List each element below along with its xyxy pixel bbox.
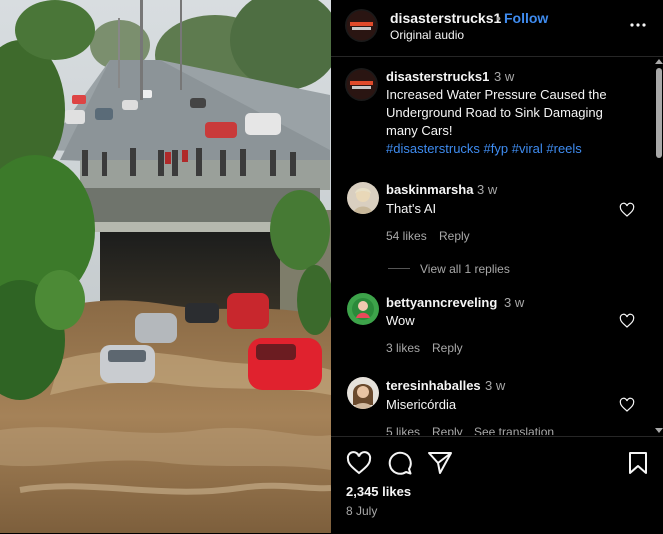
comment-age: 3 w (504, 295, 525, 310)
reply-button[interactable]: Reply (432, 423, 463, 435)
commenter-avatar[interactable] (347, 293, 379, 325)
follow-button[interactable]: Follow (504, 9, 548, 27)
caption-age: 3 w (494, 69, 515, 84)
comment-heart-icon[interactable] (619, 202, 635, 218)
comment-likes[interactable]: 54 likes (386, 227, 427, 245)
reply-button[interactable]: Reply (432, 339, 463, 357)
reply-button[interactable]: Reply (439, 227, 470, 245)
comment-text: Wow (386, 313, 415, 328)
comment-username[interactable]: teresinhaballes (386, 377, 481, 395)
commenter-avatar[interactable] (347, 377, 379, 409)
caption-text-line-2: Underground Road to Sink Damaging (386, 105, 603, 120)
comment-likes[interactable]: 5 likes (386, 423, 420, 435)
flooded-underpass-image (0, 0, 331, 533)
comments-scrollbar[interactable] (654, 57, 663, 435)
commenter-avatar[interactable] (347, 182, 379, 214)
caption-text-line-1: Increased Water Pressure Caused the (386, 87, 607, 102)
audio-label[interactable]: Original audio (390, 26, 464, 44)
post-header: disasterstrucks1 • Follow Original audio (331, 0, 663, 57)
post-date: 8 July (346, 504, 378, 518)
post-video[interactable] (0, 0, 331, 533)
comment-text: That's AI (386, 201, 437, 216)
caption-text-line-3: many Cars! (386, 123, 453, 138)
comment-username[interactable]: baskinmarsha (386, 181, 473, 199)
see-translation-button[interactable]: See translation (474, 423, 554, 435)
comment-age: 3 w (477, 182, 498, 197)
caption-username[interactable]: disasterstrucks1 (386, 68, 489, 86)
more-options-icon[interactable] (629, 16, 647, 34)
view-replies-button[interactable]: View all 1 replies (420, 260, 510, 278)
post-actions: 2,345 likes 8 July (331, 436, 663, 534)
likes-count[interactable]: 2,345 likes (346, 483, 411, 501)
post-details-panel: disasterstrucks1 • Follow Original audio… (331, 0, 663, 533)
comment-heart-icon[interactable] (619, 313, 635, 329)
comment-likes[interactable]: 3 likes (386, 339, 420, 357)
send-icon[interactable] (427, 450, 453, 476)
comment-icon[interactable] (387, 450, 413, 476)
comment-text: Misericórdia (386, 397, 457, 412)
author-username[interactable]: disasterstrucks1 (390, 9, 501, 27)
comment-heart-icon[interactable] (619, 397, 635, 413)
author-avatar[interactable] (345, 9, 378, 42)
scroll-up-arrow-icon[interactable] (655, 58, 663, 64)
replies-divider (388, 268, 410, 269)
follow-separator: • (496, 10, 501, 26)
scroll-down-arrow-icon[interactable] (655, 428, 663, 434)
scrollbar-thumb[interactable] (656, 68, 662, 158)
caption-avatar[interactable] (345, 68, 378, 101)
comment-username[interactable]: bettyanncreveling (386, 294, 497, 312)
bookmark-icon[interactable] (627, 451, 649, 475)
heart-icon[interactable] (346, 451, 372, 475)
comments-list[interactable]: disasterstrucks1 3 w Increased Water Pre… (331, 57, 663, 435)
caption-hashtags[interactable]: #disasterstrucks #fyp #viral #reels (386, 140, 582, 158)
comment-age: 3 w (485, 378, 506, 393)
